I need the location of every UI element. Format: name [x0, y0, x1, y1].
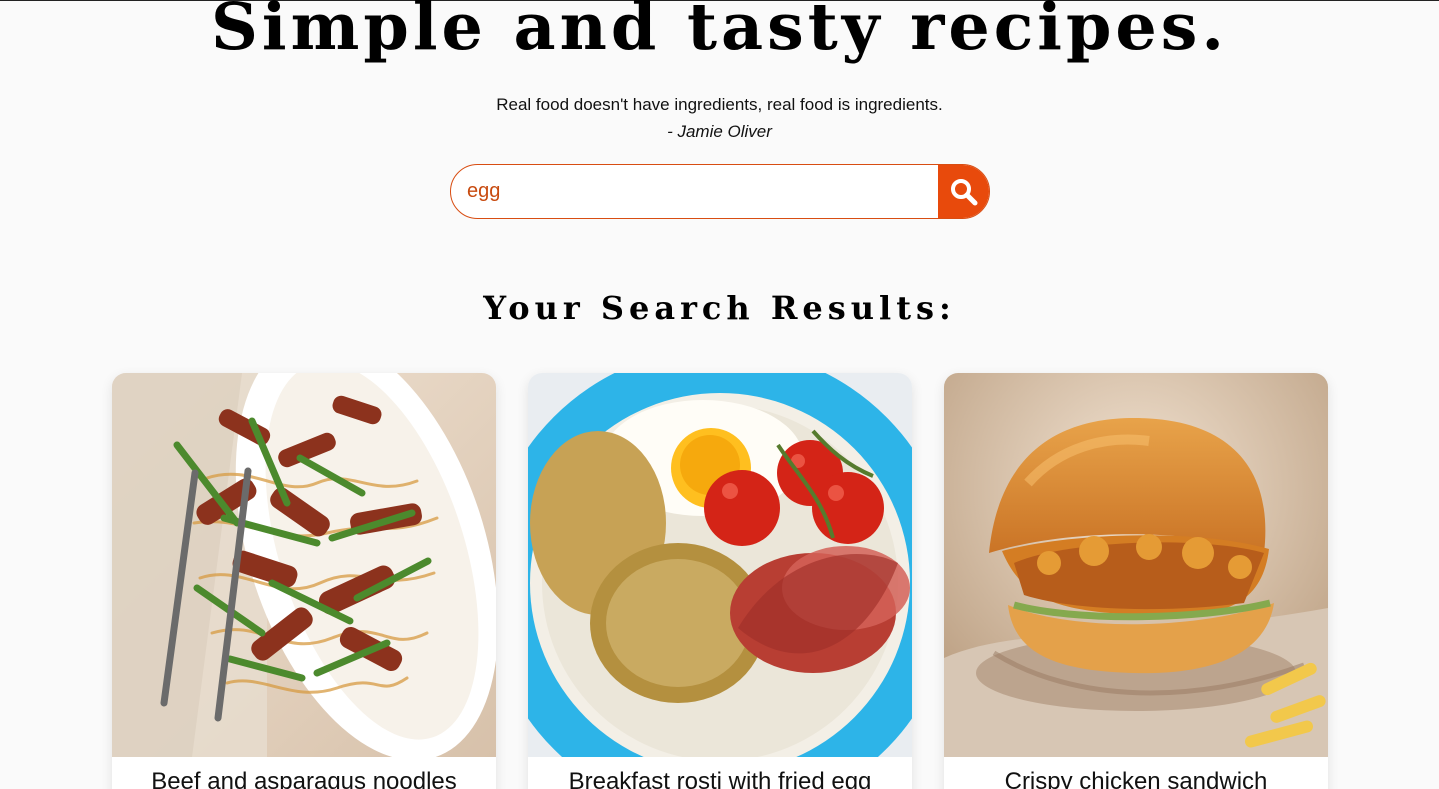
recipe-name: Breakfast rosti with fried egg — [568, 768, 872, 789]
quote-text: Real food doesn't have ingredients, real… — [496, 95, 943, 114]
search-form — [450, 164, 990, 219]
search-icon — [950, 178, 977, 205]
results-title: Your Search Results: — [483, 289, 956, 327]
recipe-name: Crispy chicken sandwich — [1004, 768, 1268, 789]
quote-author: - Jamie Oliver — [667, 122, 772, 141]
chicken-sandwich-image — [944, 373, 1328, 757]
search-input[interactable] — [451, 165, 939, 218]
recipe-card-breakfast-rosti[interactable]: Breakfast rosti with fried egg — [528, 373, 912, 789]
recipe-card-chicken-sandwich[interactable]: Crispy chicken sandwich — [944, 373, 1328, 789]
beef-asparagus-noodles-image — [112, 373, 496, 757]
results-grid: Beef and asparagus noodles Breakfast ros… — [112, 373, 1328, 789]
page-title: Simple and tasty recipes. — [210, 0, 1229, 65]
recipe-name: Beef and asparagus noodles — [151, 768, 457, 789]
breakfast-rosti-image — [528, 373, 912, 757]
search-button[interactable] — [938, 165, 989, 218]
recipe-card-beef-asparagus-noodles[interactable]: Beef and asparagus noodles — [112, 373, 496, 789]
